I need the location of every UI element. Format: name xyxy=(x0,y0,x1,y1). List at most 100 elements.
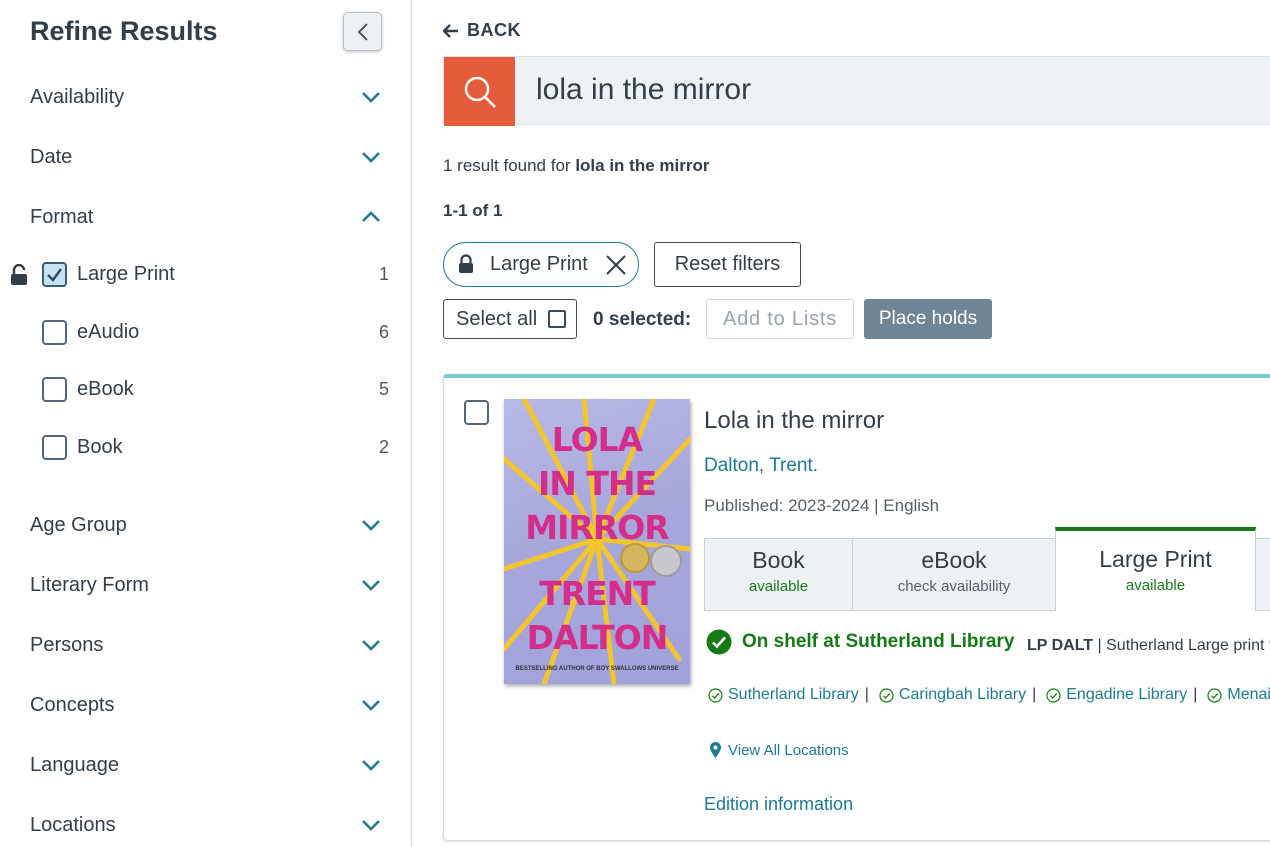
chevron-down-icon xyxy=(360,574,382,596)
cover-author-line: TRENT xyxy=(539,574,656,613)
format-option-count: 2 xyxy=(378,437,389,457)
chevron-down-icon xyxy=(360,814,382,836)
search-button[interactable] xyxy=(444,57,515,126)
chevron-down-icon xyxy=(360,634,382,656)
facet-label: Availability xyxy=(30,85,125,108)
check-circle-outline-icon xyxy=(879,687,894,703)
select-all-checkbox[interactable] xyxy=(548,310,566,328)
result-author[interactable]: Dalton, Trent. xyxy=(704,455,818,477)
view-all-locations-link[interactable]: View All Locations xyxy=(709,741,849,759)
edition-information-link[interactable]: Edition information xyxy=(704,794,853,815)
cover-title-line: IN THE xyxy=(537,464,657,503)
facet-concepts[interactable]: Concepts xyxy=(30,690,382,720)
cover-author-line: DALTON xyxy=(526,618,669,657)
book-cover[interactable]: LOLA IN THE MIRROR TRENT DALTON BESTSELL… xyxy=(504,399,690,684)
check-circle-outline-icon xyxy=(1046,687,1061,703)
format-option-label: eBook xyxy=(77,378,134,400)
format-option-eaudio[interactable]: eAudio 6 xyxy=(0,316,392,350)
library-link[interactable]: Caringbah Library xyxy=(879,686,1026,704)
book-checkbox[interactable] xyxy=(42,435,67,460)
facet-label: Locations xyxy=(30,813,116,836)
format-tab-status: available xyxy=(1125,577,1186,594)
reset-filters-button[interactable]: Reset filters xyxy=(654,242,801,287)
format-option-label: eAudio xyxy=(77,321,140,343)
format-tab-name: eBook xyxy=(921,547,987,573)
format-tab-large-print[interactable]: Large Print available xyxy=(1055,527,1256,611)
award-seal-icon xyxy=(650,545,682,577)
facet-availability[interactable]: Availability xyxy=(30,82,382,112)
selected-count: 0 selected: xyxy=(593,309,692,330)
select-all-button[interactable]: Select all xyxy=(443,299,577,339)
facet-label: Language xyxy=(30,753,119,776)
library-name: Menai xyxy=(1227,686,1270,703)
result-select-checkbox[interactable] xyxy=(464,400,489,425)
lock-open-icon[interactable] xyxy=(10,263,28,286)
large-print-checkbox[interactable] xyxy=(42,262,67,287)
facet-label: Age Group xyxy=(30,513,127,536)
search-input[interactable] xyxy=(536,73,1236,107)
ebook-checkbox[interactable] xyxy=(42,377,67,402)
format-tab-name: Large Print xyxy=(1099,546,1212,572)
facet-language[interactable]: Language xyxy=(30,750,382,780)
eaudio-checkbox[interactable] xyxy=(42,320,67,345)
result-summary: 1 result found for lola in the mirror xyxy=(443,156,709,176)
chevron-down-icon xyxy=(360,86,382,108)
format-tab-status: check availability xyxy=(897,578,1011,595)
remove-filter-icon[interactable] xyxy=(604,253,628,277)
library-link[interactable]: Engadine Library xyxy=(1046,686,1187,704)
format-tab-ebook[interactable]: eBook check availability xyxy=(852,538,1056,611)
facet-label: Format xyxy=(30,205,94,228)
view-all-label: View All Locations xyxy=(728,741,849,759)
facet-persons[interactable]: Persons xyxy=(30,630,382,660)
format-tab-name: Book xyxy=(752,547,805,573)
call-number: LP DALT | Sutherland Large print f xyxy=(1027,637,1270,655)
place-holds-button[interactable]: Place holds xyxy=(864,299,992,339)
back-link[interactable]: BACK xyxy=(443,20,521,41)
format-option-book[interactable]: Book 2 xyxy=(0,431,392,465)
availability-status: On shelf at Sutherland Library xyxy=(706,629,1014,655)
chevron-down-icon xyxy=(360,514,382,536)
format-option-count: 6 xyxy=(378,322,389,342)
format-option-ebook[interactable]: eBook 5 xyxy=(0,373,392,407)
library-link[interactable]: Sutherland Library xyxy=(708,686,859,704)
facet-locations[interactable]: Locations xyxy=(30,810,382,840)
active-filter-label: Large Print xyxy=(490,253,588,275)
result-card: LOLA IN THE MIRROR TRENT DALTON BESTSELL… xyxy=(443,374,1270,841)
facet-literary-form[interactable]: Literary Form xyxy=(30,570,382,600)
add-to-lists-button[interactable]: Add to Lists xyxy=(706,299,854,339)
library-link[interactable]: Menai xyxy=(1207,686,1270,704)
call-number-code: LP DALT xyxy=(1027,637,1094,654)
cover-title-line: LOLA xyxy=(551,420,643,459)
library-list: Sutherland Library | Caringbah Library |… xyxy=(708,686,1270,704)
format-option-label: Large Print xyxy=(77,263,175,285)
format-option-large-print[interactable]: Large Print 1 xyxy=(0,258,392,292)
facet-format[interactable]: Format xyxy=(30,202,382,232)
chevron-down-icon xyxy=(360,694,382,716)
chevron-down-icon xyxy=(360,146,382,168)
facet-label: Concepts xyxy=(30,693,115,716)
separator: | xyxy=(1032,686,1037,703)
lock-icon xyxy=(458,254,474,280)
format-option-label: Book xyxy=(77,436,123,458)
call-number-location: | Sutherland Large print f xyxy=(1097,637,1270,654)
library-name: Engadine Library xyxy=(1066,686,1188,703)
format-tab-more[interactable] xyxy=(1255,538,1270,611)
separator: | xyxy=(1193,686,1198,703)
collapse-sidebar-button[interactable] xyxy=(343,12,382,51)
cover-title-line: MIRROR xyxy=(525,508,669,547)
result-title[interactable]: Lola in the mirror xyxy=(704,407,884,435)
sidebar-title: Refine Results xyxy=(30,16,218,46)
facet-age-group[interactable]: Age Group xyxy=(30,510,382,540)
result-summary-query: lola in the mirror xyxy=(575,156,710,175)
search-icon xyxy=(464,76,496,108)
facet-label: Date xyxy=(30,145,73,168)
format-tab-book[interactable]: Book available xyxy=(704,538,853,611)
chevron-left-icon xyxy=(357,22,368,41)
result-published: Published: 2023-2024 | English xyxy=(704,496,940,515)
select-all-label: Select all xyxy=(456,308,538,330)
refine-sidebar: Refine Results Availability Date Format … xyxy=(0,0,412,847)
facet-label: Persons xyxy=(30,633,104,656)
active-filter-chip[interactable]: Large Print xyxy=(443,242,639,287)
arrow-left-icon xyxy=(443,23,458,38)
facet-date[interactable]: Date xyxy=(30,142,382,172)
